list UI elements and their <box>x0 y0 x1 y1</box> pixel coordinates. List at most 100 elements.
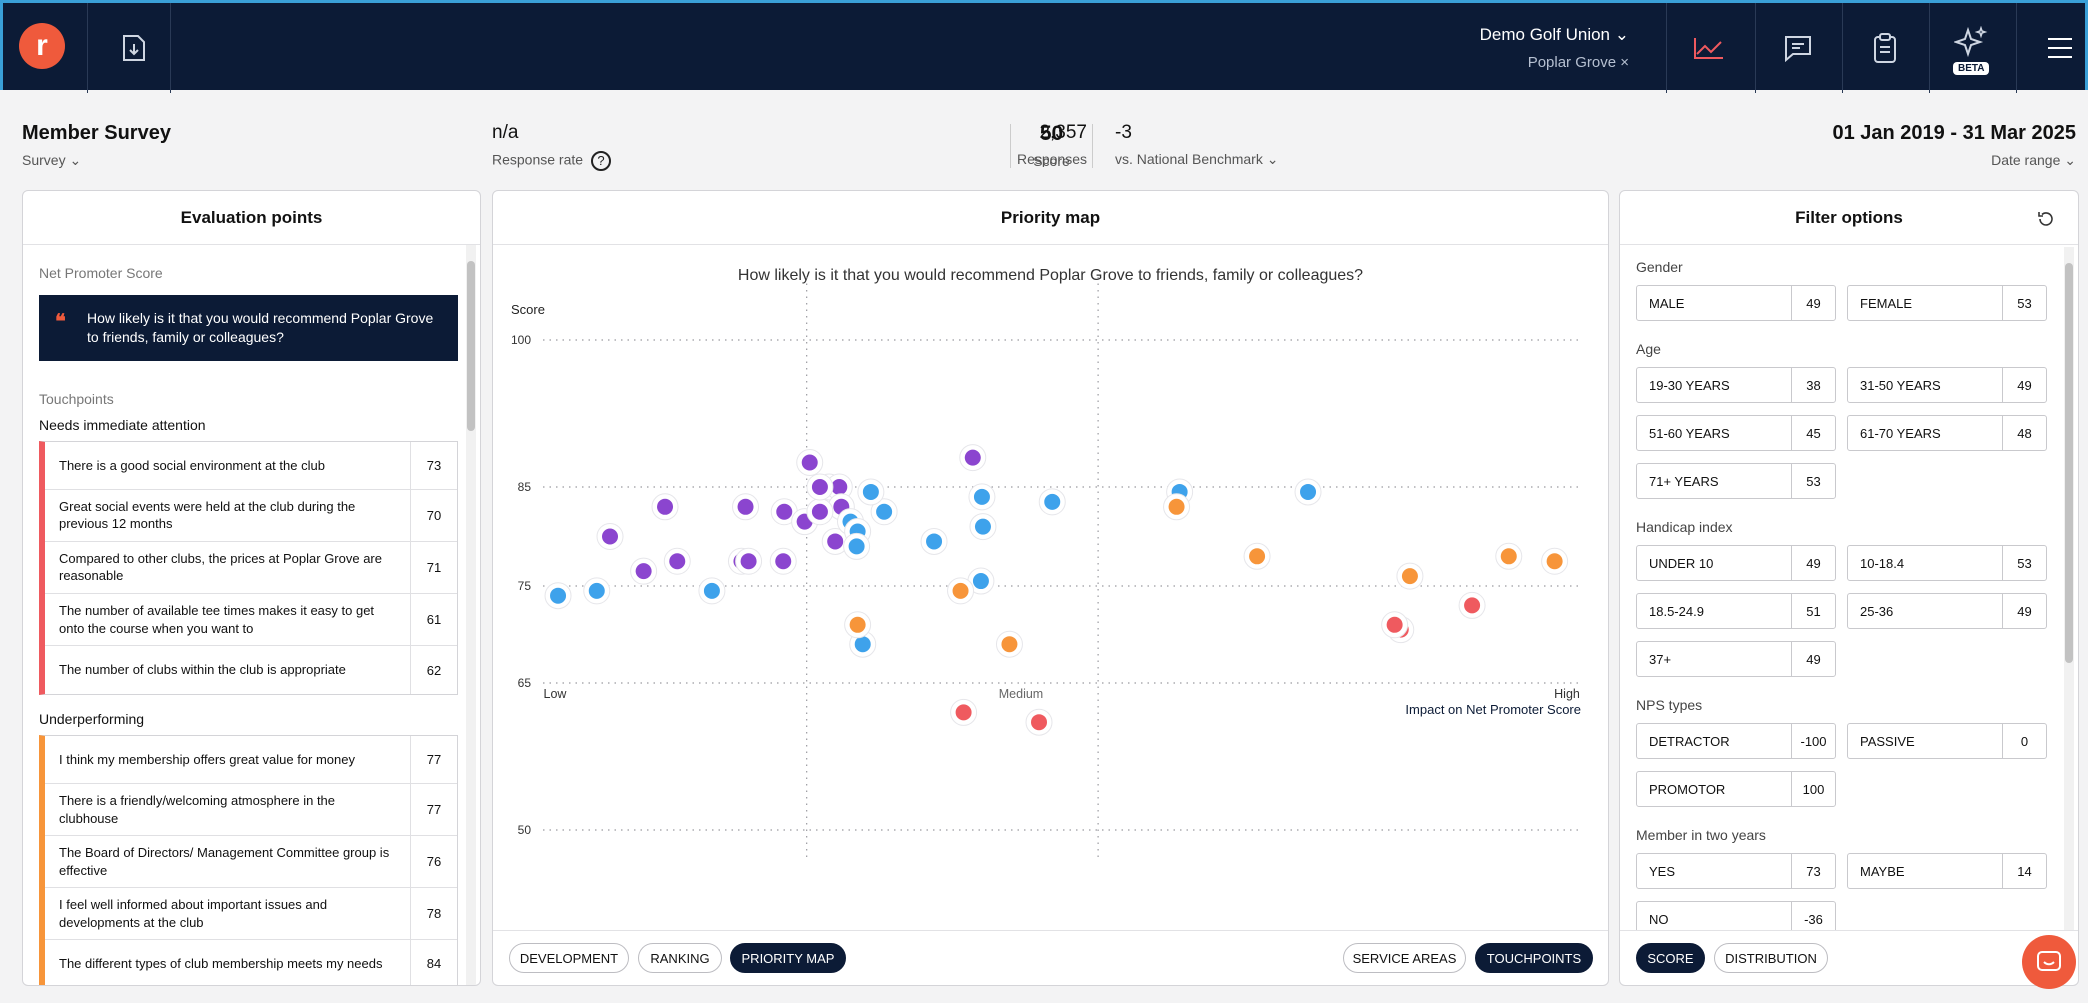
scrollbar[interactable] <box>2064 247 2074 930</box>
filter-option[interactable]: 51-60 YEARS 45 <box>1636 415 1836 451</box>
line-chart-icon[interactable] <box>1692 31 1726 65</box>
touchpoint-score: 77 <box>410 736 457 784</box>
filter-group-label: Member in two years <box>1636 827 1766 843</box>
tab-development[interactable]: DEVELOPMENT <box>509 943 629 973</box>
filter-option[interactable]: MAYBE 14 <box>1847 853 2047 889</box>
hamburger-menu-icon[interactable] <box>2043 31 2077 65</box>
nps-label: Net Promoter Score <box>39 265 163 281</box>
filter-option-score: -100 <box>1791 724 1835 758</box>
data-point-red <box>1386 616 1403 633</box>
touchpoint-score: 62 <box>410 646 457 695</box>
organization-selector[interactable]: Demo Golf Union ⌄ Poplar Grove × <box>1480 25 1629 71</box>
tab-distribution[interactable]: DISTRIBUTION <box>1714 943 1828 973</box>
touchpoint-text: There is a friendly/welcoming atmosphere… <box>59 793 336 826</box>
data-point-blue <box>550 587 567 604</box>
touchpoint-score: 78 <box>410 888 457 940</box>
touchpoint-row[interactable]: The Board of Directors/ Management Commi… <box>45 836 457 889</box>
filter-option[interactable]: PROMOTOR 100 <box>1636 771 1836 807</box>
filter-option[interactable]: 71+ YEARS 53 <box>1636 463 1836 499</box>
x-tick-label: Low <box>544 687 568 701</box>
divider <box>1755 3 1756 93</box>
benchmark-stat[interactable]: -3 vs. National Benchmark ⌄ <box>1115 122 1278 168</box>
filter-option[interactable]: UNDER 10 49 <box>1636 545 1836 581</box>
scrollbar[interactable] <box>466 245 476 985</box>
touchpoint-row[interactable]: The number of available tee times makes … <box>45 593 457 647</box>
app-logo[interactable]: r <box>19 23 65 69</box>
filter-option-label: 19-30 YEARS <box>1649 377 1730 393</box>
org-name[interactable]: Demo Golf Union <box>1480 25 1610 44</box>
scrollbar-thumb[interactable] <box>467 261 475 431</box>
filter-option-label: 37+ <box>1649 651 1672 667</box>
divider <box>87 3 88 93</box>
filter-option[interactable]: 19-30 YEARS 38 <box>1636 367 1836 403</box>
divider <box>1666 3 1667 93</box>
benchmark-label[interactable]: vs. National Benchmark <box>1115 151 1263 167</box>
filter-option-score: 100 <box>1791 772 1835 806</box>
panel-title: Evaluation points <box>23 191 480 245</box>
touchpoint-group-label: Needs immediate attention <box>39 416 206 433</box>
data-point-blue <box>926 533 943 550</box>
filter-option[interactable]: YES 73 <box>1636 853 1836 889</box>
evaluation-list[interactable]: Net Promoter Score ❝ How likely is it th… <box>23 245 480 985</box>
data-point-orange <box>952 582 969 599</box>
chevron-down-icon: ⌄ <box>2064 152 2076 168</box>
filter-option[interactable]: 25-36 49 <box>1847 593 2047 629</box>
download-icon[interactable] <box>117 31 151 65</box>
evaluation-points-panel: Evaluation points Net Promoter Score ❝ H… <box>22 190 481 986</box>
chevron-down-icon: ⌄ <box>1614 25 1629 44</box>
data-point-blue <box>588 582 605 599</box>
touchpoint-row[interactable]: The number of clubs within the club is a… <box>45 646 457 695</box>
filter-option[interactable]: PASSIVE 0 <box>1847 723 2047 759</box>
data-point-red <box>1031 714 1048 731</box>
touchpoint-row[interactable]: The different types of club membership m… <box>45 940 457 985</box>
scrollbar-thumb[interactable] <box>2065 263 2073 663</box>
filter-option-label: MALE <box>1649 295 1685 311</box>
filter-option-label: YES <box>1649 863 1676 879</box>
tab-score[interactable]: SCORE <box>1636 943 1705 973</box>
survey-label[interactable]: Survey <box>22 152 66 168</box>
touchpoint-row[interactable]: Great social events were held at the clu… <box>45 489 457 542</box>
touchpoint-row[interactable]: There is a good social environment at th… <box>45 441 457 490</box>
filter-option[interactable]: 61-70 YEARS 48 <box>1847 415 2047 451</box>
filter-option[interactable]: MALE 49 <box>1636 285 1836 321</box>
touchpoint-text: The Board of Directors/ Management Commi… <box>59 845 390 878</box>
response-rate-value: n/a <box>492 122 519 143</box>
touchpoint-row[interactable]: Compared to other clubs, the prices at P… <box>45 541 457 594</box>
filter-option[interactable]: 18.5-24.9 51 <box>1636 593 1836 629</box>
tab-touchpoints[interactable]: TOUCHPOINTS <box>1475 943 1593 973</box>
filter-option[interactable]: 10-18.4 53 <box>1847 545 2047 581</box>
filter-option[interactable]: FEMALE 53 <box>1847 285 2047 321</box>
close-icon[interactable]: × <box>1620 54 1629 71</box>
sparkles-icon[interactable] <box>1954 25 1988 59</box>
tab-service-areas[interactable]: SERVICE AREAS <box>1343 943 1466 973</box>
chevron-down-icon: ⌄ <box>1266 151 1279 167</box>
nps-question[interactable]: ❝ How likely is it that you would recomm… <box>39 295 458 361</box>
data-point-purple <box>775 553 792 570</box>
filter-list[interactable]: Gender MALE 49 FEMALE 53 Age 19-30 YEARS 38 31-5… <box>1620 245 2078 930</box>
filter-option[interactable]: 37+ 49 <box>1636 641 1836 677</box>
help-icon[interactable]: ? <box>590 151 611 171</box>
date-range-value: 01 Jan 2019 - 31 Mar 2025 <box>1832 122 2076 144</box>
data-point-blue <box>1044 493 1061 510</box>
tab-priority-map[interactable]: PRIORITY MAP <box>730 943 846 973</box>
data-point-purple <box>811 479 828 495</box>
quote-icon: ❝ <box>55 311 66 333</box>
date-range-label[interactable]: Date range <box>1991 152 2060 168</box>
tab-ranking[interactable]: RANKING <box>638 943 722 973</box>
reset-icon[interactable] <box>2036 209 2056 234</box>
clipboard-icon[interactable] <box>1868 31 1902 65</box>
touchpoint-row[interactable]: I think my membership offers great value… <box>45 736 457 785</box>
touchpoint-score: 61 <box>410 593 457 646</box>
date-range-selector[interactable]: Date range ⌄ <box>1991 152 2076 169</box>
filter-option[interactable]: NO -36 <box>1636 901 1836 930</box>
filter-option[interactable]: DETRACTOR -100 <box>1636 723 1836 759</box>
survey-selector[interactable]: Survey ⌄ <box>22 152 81 169</box>
touchpoint-row[interactable]: There is a friendly/welcoming atmosphere… <box>45 784 457 837</box>
filter-option[interactable]: 31-50 YEARS 49 <box>1847 367 2047 403</box>
data-point-blue <box>848 538 865 555</box>
divider <box>170 3 171 93</box>
chat-support-button[interactable] <box>2022 935 2076 989</box>
touchpoint-row[interactable]: I feel well informed about important iss… <box>45 888 457 941</box>
data-point-purple <box>831 479 848 495</box>
comments-icon[interactable] <box>1781 31 1815 65</box>
